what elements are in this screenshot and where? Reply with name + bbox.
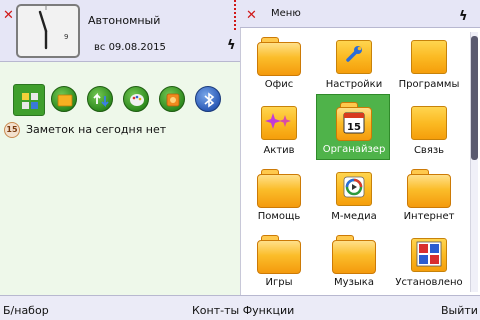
settings-wrench-icon [332, 36, 376, 76]
menu-item-settings[interactable]: Настройки [317, 30, 391, 96]
menu-item-label: Интернет [403, 211, 455, 222]
games-folder-icon [257, 234, 301, 274]
menu-item-installed[interactable]: Установлено [392, 228, 466, 294]
menu-item-label: Офис [264, 79, 294, 90]
menu-item-internet[interactable]: Интернет [392, 162, 466, 228]
softkey-center[interactable]: Конт-ты Функции [192, 304, 294, 317]
date-label: вс 09.08.2015 [94, 42, 166, 53]
menu-header: ✕ Меню ϟ [240, 0, 480, 28]
menu-item-connectivity[interactable]: Связь [392, 96, 466, 162]
close-icon[interactable]: ✕ [3, 9, 14, 22]
shortcut-menu-grid[interactable] [13, 84, 45, 116]
menu-item-games[interactable]: Игры [242, 228, 316, 294]
notes-widget[interactable]: 15 Заметок на сегодня нет [4, 121, 236, 139]
help-folder-icon [257, 168, 301, 208]
active-sparkle-icon [257, 102, 301, 142]
clock-hour-mark: 9 [64, 33, 68, 41]
menu-item-help[interactable]: Помощь [242, 162, 316, 228]
menu-item-label: Музыка [334, 277, 374, 288]
menu-item-active[interactable]: Актив [242, 96, 316, 162]
menu-item-label: Программы [398, 79, 460, 90]
menu-item-label: Актив [263, 145, 295, 156]
menu-item-label: Органайзер [322, 144, 386, 155]
shortcut-settings[interactable] [159, 86, 185, 112]
menu-item-music[interactable]: Музыка [317, 228, 391, 294]
softkey-bar: Б/набор Конт-ты Функции Выйти [0, 295, 480, 320]
bluetooth-icon [204, 92, 215, 108]
office-folder-icon [257, 36, 301, 76]
menu-grid: Офис Настройки Программы Актив 15 Органа… [242, 30, 468, 294]
softkey-right[interactable]: Выйти [441, 304, 478, 317]
shortcut-bar [13, 84, 233, 116]
menu-title: Меню [271, 8, 301, 19]
charging-bolt-icon: ϟ [227, 38, 236, 53]
shortcut-sync[interactable] [87, 86, 113, 112]
calendar-icon: 15 [343, 112, 365, 134]
scrollbar-thumb[interactable] [471, 36, 478, 160]
gear-orange-icon [166, 93, 180, 107]
media-disc-icon [343, 176, 365, 198]
shortcut-themes[interactable] [123, 86, 149, 112]
menu-item-label: М-медиа [331, 211, 377, 222]
menu-scrollbar[interactable] [470, 32, 478, 292]
softkey-left[interactable]: Б/набор [3, 304, 49, 317]
wrench-icon [346, 46, 362, 62]
calendar-badge-icon: 15 [4, 122, 20, 138]
menu-close-icon[interactable]: ✕ [246, 9, 257, 22]
menu-item-media[interactable]: М-медиа [317, 162, 391, 228]
menu-item-programs[interactable]: Программы [392, 30, 466, 96]
menu-item-label: Установлено [395, 277, 463, 288]
media-player-icon [332, 168, 376, 208]
notes-status-text: Заметок на сегодня нет [26, 123, 167, 136]
internet-folder-icon [407, 168, 451, 208]
menu-item-organizer[interactable]: 15 Органайзер [316, 94, 390, 160]
programs-folder-icon [407, 36, 451, 76]
up-down-arrows-icon [93, 92, 109, 108]
connectivity-folder-icon [407, 102, 451, 142]
menu-item-label: Настройки [325, 79, 383, 90]
sparkle-icon [265, 113, 291, 129]
panel-divider [234, 0, 236, 30]
app-tiles-icon [416, 241, 442, 267]
installed-apps-icon [407, 234, 451, 274]
folder-orange-icon [57, 94, 73, 107]
music-folder-icon [332, 234, 376, 274]
palette-icon [130, 94, 144, 106]
grid-apps-icon [22, 93, 38, 109]
clock-face-icon: 9 [38, 6, 68, 50]
menu-item-office[interactable]: Офис [242, 30, 316, 96]
profile-name: Автономный [88, 14, 161, 27]
menu-item-label: Связь [413, 145, 445, 156]
analog-clock: 9 [16, 4, 80, 58]
status-header: ✕ 9 Автономный вс 09.08.2015 ϟ [0, 0, 240, 62]
calendar-day-number: 15 [347, 122, 361, 133]
menu-item-label: Помощь [257, 211, 301, 222]
organizer-calendar-icon: 15 [332, 101, 376, 141]
shortcut-messages[interactable] [51, 86, 77, 112]
menu-item-label: Игры [265, 277, 293, 288]
menu-charging-bolt-icon: ϟ [459, 9, 468, 24]
shortcut-bluetooth[interactable] [195, 86, 221, 112]
